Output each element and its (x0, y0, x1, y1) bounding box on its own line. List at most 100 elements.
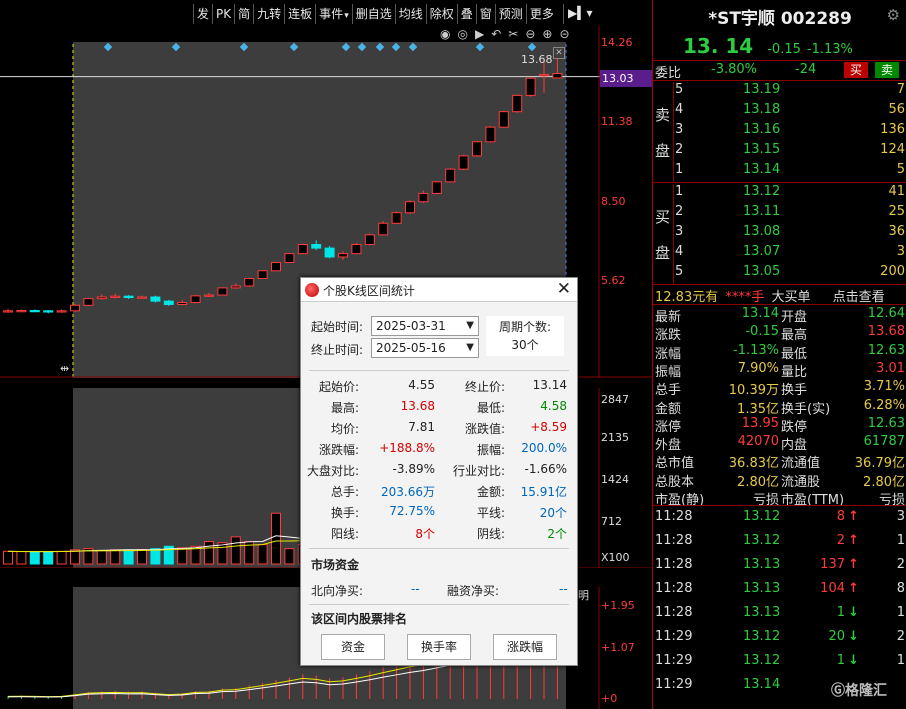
stat-label: 涨停 (655, 419, 682, 435)
stat-row: 金额 1.35亿 换手(实) 6.28% (653, 398, 906, 417)
price-axis-label: 8.50 (601, 194, 626, 208)
tick-volume: 1 (836, 653, 845, 668)
tick-time: 11:29 (655, 677, 693, 692)
orderbook-row[interactable]: 5 13.05 200 (653, 264, 906, 284)
volume-axis-label: 1424 (601, 473, 629, 486)
orderbook-level: 2 (675, 204, 684, 219)
toolbar-item[interactable]: 连板 (284, 4, 315, 24)
fund-section-title: 市场资金 (311, 558, 360, 572)
toolbar-item[interactable]: 九转 (253, 4, 284, 24)
tick-row: 11:28 13.13 1 ↓ 1 (653, 605, 906, 629)
settings-circle-icon[interactable]: ◎ (457, 27, 474, 41)
stat-label: 大盘对比: (306, 464, 359, 478)
zoom-in-icon[interactable]: ⊕ (542, 27, 559, 41)
stat-label: 涨跌幅: (318, 443, 359, 457)
stat-value: +188.8% (379, 441, 435, 455)
tick-price: 13.13 (743, 605, 781, 620)
orderbook-row[interactable]: 4 13.18 56 (653, 102, 906, 122)
stat-value: 4.55 (408, 378, 435, 392)
toolbar-item[interactable]: 预测 (494, 4, 526, 24)
toolbar-item[interactable]: 窗 (475, 4, 495, 24)
volume-bar (271, 512, 281, 565)
stat-value: 36.79亿 (854, 456, 905, 472)
summary-label: 大买单 (771, 290, 811, 305)
orderbook-price: 13.16 (743, 122, 781, 137)
tick-row: 11:29 13.12 20 ↓ 2 (653, 629, 906, 653)
volume-axis-label: 712 (601, 515, 622, 528)
rank-change-button[interactable]: 涨跌幅 (493, 634, 557, 660)
orderbook-row[interactable]: 2 13.11 25 (653, 204, 906, 224)
orderbook-row[interactable]: 4 13.07 3 (653, 244, 906, 264)
orderbook-volume: 3 (896, 244, 905, 259)
toolbar-item[interactable]: 简 (234, 4, 253, 24)
start-time-select[interactable]: 2025-03-31 ▼ (371, 316, 479, 336)
end-time-value: 2025-05-16 (376, 341, 446, 355)
summary-link[interactable]: 点击查看 (833, 290, 885, 305)
orderbook-row[interactable]: 3 13.16 136 (653, 122, 906, 142)
toolbar-item[interactable]: 均线 (394, 4, 426, 24)
buy-button[interactable]: 买 (844, 62, 868, 78)
stat-value: 2.80亿 (737, 474, 779, 490)
toolbar-item[interactable]: 删自选 (351, 4, 395, 24)
volume-bar (284, 548, 295, 565)
tick-time: 11:28 (655, 581, 693, 596)
volume-bar (3, 550, 13, 565)
eye-icon[interactable]: ◉ (440, 27, 457, 41)
undo-icon[interactable]: ↶ (491, 27, 508, 41)
arrow-up-icon: ↑ (848, 557, 859, 572)
end-time-label: 终止时间: (311, 343, 364, 357)
toolbar-item[interactable]: 事件 (315, 4, 352, 24)
arrow-down-icon: ↓ (848, 653, 859, 668)
zoom-out-icon[interactable]: ⊖ (525, 27, 542, 41)
stat-label: 开盘 (781, 310, 808, 325)
stat-value: 10.39万 (728, 383, 779, 399)
peak-close-icon[interactable]: ✕ (553, 47, 565, 59)
arrow-up-icon: ↑ (848, 533, 859, 548)
rank-turnover-button[interactable]: 换手率 (407, 634, 471, 660)
stat-value: 20个 (539, 506, 567, 520)
stat-value: 61787 (863, 434, 905, 450)
orderbook-row[interactable]: 3 13.08 36 (653, 224, 906, 244)
toolbar-arrow-button[interactable]: ▶▍▾ (563, 4, 599, 24)
candle (190, 295, 201, 304)
toolbar-item[interactable]: 叠 (456, 4, 476, 24)
rank-fund-button[interactable]: 资金 (321, 634, 385, 660)
scissors-icon[interactable]: ✂ (508, 27, 525, 41)
orderbook-row[interactable]: 1 13.14 5 (653, 162, 906, 182)
summary-price: 12.83元有 (655, 290, 719, 305)
price-line: 13. 14 -0.15 -1.13% (683, 34, 853, 58)
tick-time: 11:29 (655, 653, 693, 668)
end-time-select[interactable]: 2025-05-16 ▼ (371, 338, 479, 358)
range-handle-icon[interactable]: ⇹ (60, 362, 69, 375)
sell-button[interactable]: 卖 (875, 62, 899, 78)
orderbook-row[interactable]: 5 13.19 7 (653, 82, 906, 102)
stat-label: 终止价: (464, 380, 505, 394)
candle (163, 299, 174, 306)
play-icon[interactable]: ▶ (475, 27, 491, 41)
tick-row: 11:28 13.12 2 ↑ 1 (653, 533, 906, 557)
toolbar-item[interactable]: 发 (193, 4, 212, 24)
tick-count: 1 (896, 605, 905, 620)
close-icon[interactable]: ✕ (557, 279, 571, 299)
price-change-pct: -1.13% (806, 42, 853, 57)
divider (653, 284, 906, 285)
stat-label: 行业对比: (452, 464, 505, 478)
toolbar-item[interactable]: 除权 (425, 4, 457, 24)
toolbar-item[interactable]: 更多 (525, 4, 557, 24)
toolbar-item[interactable]: PK (212, 4, 234, 24)
stat-value: -3.89% (392, 462, 435, 476)
candle (257, 270, 268, 280)
gear-icon[interactable]: ⚙ (887, 6, 900, 24)
orderbook-row[interactable]: 2 13.15 124 (653, 142, 906, 162)
orderbook-divider (673, 82, 674, 182)
stat-row: 涨停 13.95 跌停 12.63 (653, 416, 906, 435)
tick-volume: 104 (820, 581, 845, 596)
candle (391, 211, 402, 224)
big-order-summary[interactable]: 12.83元有 ****手 大买单 点击查看 (655, 286, 885, 305)
orderbook-row[interactable]: 1 13.12 41 (653, 184, 906, 204)
tick-volume: 2 (836, 533, 845, 548)
stat-row: 总股本 2.80亿 流通股 2.80亿 (653, 471, 906, 490)
minus-icon[interactable]: ⊝ (559, 27, 576, 41)
candle (458, 154, 469, 170)
orderbook-volume: 36 (888, 224, 905, 239)
